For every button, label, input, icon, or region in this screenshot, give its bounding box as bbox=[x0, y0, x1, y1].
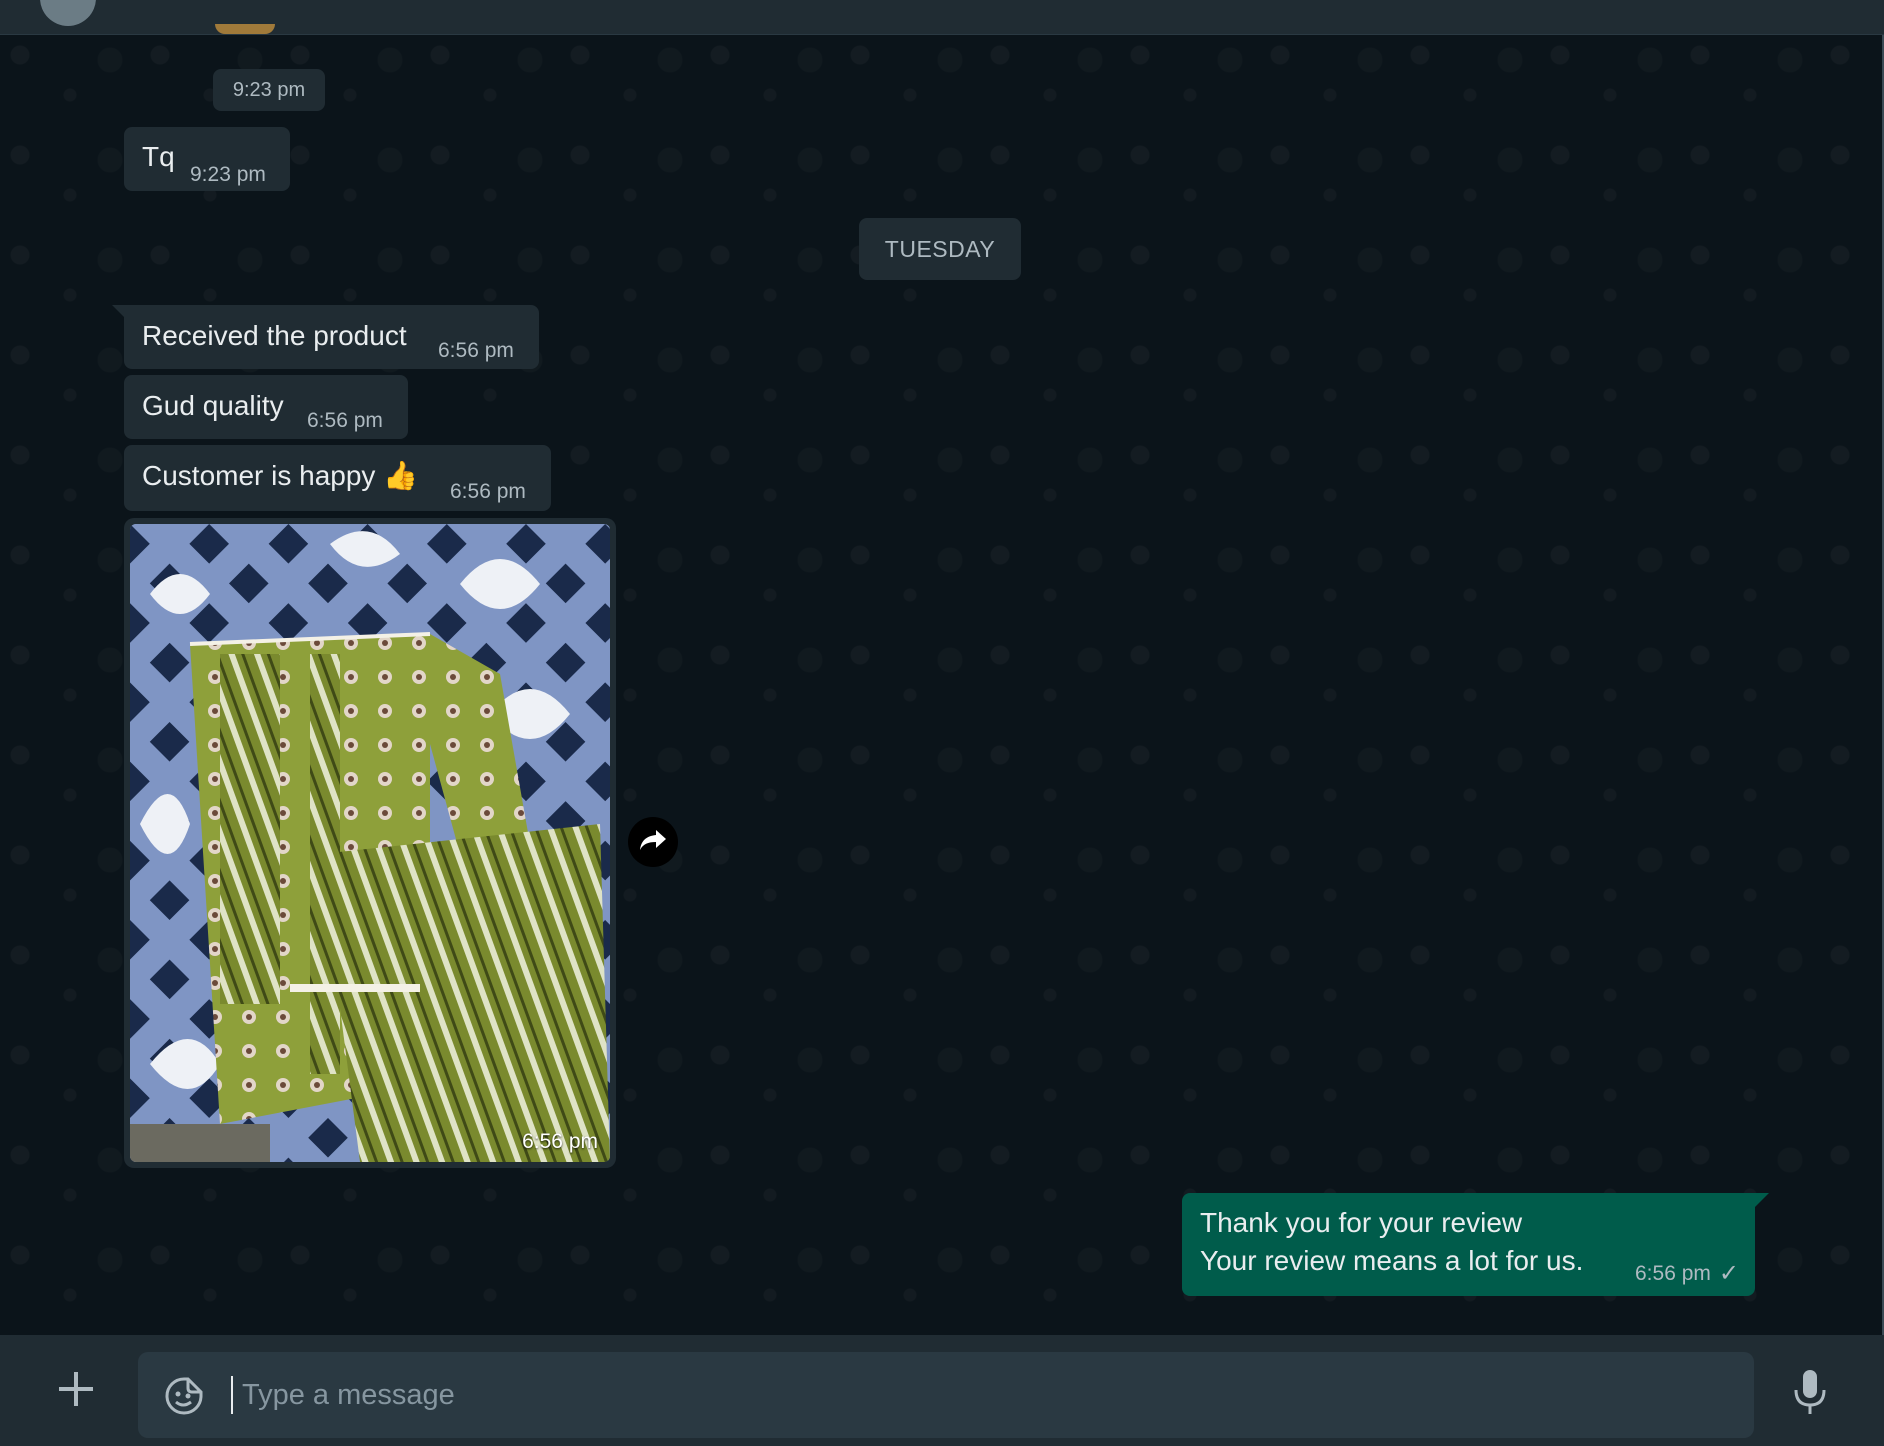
forward-arrow-icon bbox=[638, 828, 668, 857]
chat-header bbox=[0, 0, 1884, 35]
message-time: 6:56 pm bbox=[438, 339, 514, 362]
message-time: 6:56 pm bbox=[450, 480, 526, 503]
message-text-line-2: Your review means a lot for us. bbox=[1200, 1245, 1584, 1276]
message-text: Received the product bbox=[142, 320, 407, 351]
incoming-message-bubble[interactable]: Tq 9:23 pm bbox=[124, 127, 290, 191]
sticker-message-partial[interactable] bbox=[215, 24, 275, 34]
message-text: Customer is happy 👍 bbox=[142, 460, 419, 491]
microphone-icon bbox=[1792, 1368, 1828, 1421]
text-caret bbox=[231, 1376, 233, 1414]
incoming-message-bubble[interactable]: Received the product 6:56 pm bbox=[112, 305, 539, 369]
image-time: 6:56 pm bbox=[522, 1130, 598, 1153]
attach-button[interactable] bbox=[48, 1363, 104, 1419]
outgoing-message-bubble[interactable]: Thank you for your review Your review me… bbox=[1182, 1193, 1769, 1296]
message-composer bbox=[0, 1335, 1884, 1446]
incoming-message-bubble[interactable]: Customer is happy 👍 6:56 pm bbox=[124, 445, 551, 511]
incoming-message-bubble[interactable]: Gud quality 6:56 pm bbox=[124, 375, 408, 439]
contact-avatar[interactable] bbox=[40, 0, 96, 26]
message-text: Tq bbox=[142, 141, 175, 172]
bubble-tail bbox=[1755, 1193, 1769, 1207]
message-time: 9:23 pm bbox=[190, 163, 266, 186]
message-input[interactable] bbox=[242, 1370, 1722, 1420]
plus-icon bbox=[56, 1369, 96, 1414]
message-meta: 6:56 pm ✓ bbox=[1635, 1259, 1739, 1288]
message-text-line-1: Thank you for your review bbox=[1200, 1207, 1523, 1238]
date-separator: TUESDAY bbox=[859, 218, 1021, 280]
voice-message-button[interactable] bbox=[1786, 1367, 1834, 1421]
single-tick-icon: ✓ bbox=[1718, 1260, 1739, 1287]
image-message-bubble[interactable]: 6:56 pm bbox=[124, 518, 616, 1168]
message-timestamp: 9:23 pm bbox=[213, 69, 325, 111]
product-photo-illustration bbox=[130, 524, 610, 1162]
message-text: Gud quality bbox=[142, 390, 284, 421]
bubble-tail bbox=[112, 305, 126, 319]
message-time: 6:56 pm bbox=[307, 409, 383, 432]
message-time: 6:56 pm bbox=[1635, 1261, 1711, 1285]
product-photo[interactable]: 6:56 pm bbox=[130, 524, 610, 1162]
forward-button[interactable] bbox=[628, 817, 678, 867]
sticker-icon[interactable] bbox=[164, 1376, 204, 1416]
message-input-box[interactable] bbox=[138, 1352, 1754, 1438]
